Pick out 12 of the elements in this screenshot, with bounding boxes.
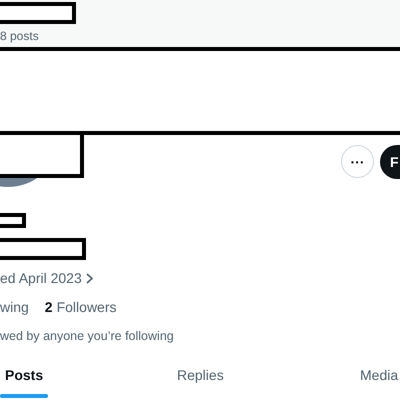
post-count: 8 posts [0, 28, 39, 45]
followers-link[interactable]: 2 Followers [44, 297, 116, 318]
joined-date: ed April 2023 [0, 269, 82, 288]
following-link[interactable]: wing [0, 297, 29, 318]
profile-tab[interactable]: Posts [0, 351, 48, 400]
profile-tab[interactable]: Media [355, 351, 400, 400]
follow-button[interactable]: F [380, 145, 400, 179]
more-button[interactable]: ··· [341, 145, 374, 178]
followed-by-note: wed by anyone you’re following [0, 328, 174, 346]
redaction-box [0, 213, 26, 228]
chevron-icon[interactable] [86, 273, 93, 284]
profile-tab[interactable]: Replies [172, 351, 229, 400]
